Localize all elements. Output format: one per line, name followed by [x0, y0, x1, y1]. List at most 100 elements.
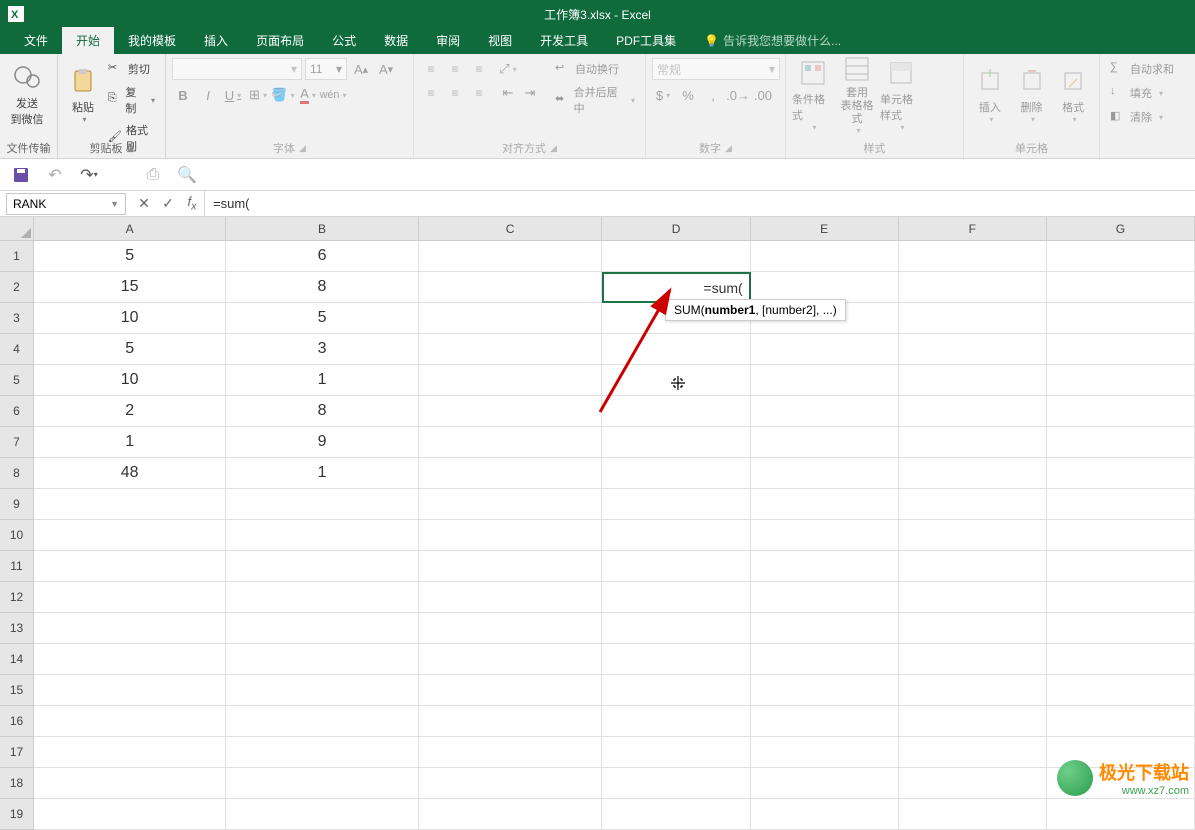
cell[interactable]: [899, 241, 1047, 272]
decrease-decimal-button[interactable]: .00: [752, 84, 774, 106]
cell[interactable]: [1047, 272, 1195, 303]
cell[interactable]: [751, 427, 899, 458]
increase-font-button[interactable]: A▴: [350, 58, 372, 80]
cell[interactable]: [751, 520, 899, 551]
cell[interactable]: [1047, 799, 1195, 830]
cell[interactable]: [419, 799, 603, 830]
fill-button[interactable]: ↓ 填充: [1106, 82, 1189, 104]
cell[interactable]: [1047, 644, 1195, 675]
cell[interactable]: [751, 241, 899, 272]
cell[interactable]: 8: [226, 396, 418, 427]
cell[interactable]: [899, 799, 1047, 830]
cell[interactable]: [419, 489, 603, 520]
undo-button[interactable]: ↶: [44, 164, 66, 186]
cell[interactable]: [1047, 520, 1195, 551]
cell[interactable]: [602, 520, 750, 551]
cell[interactable]: [226, 644, 418, 675]
italic-button[interactable]: I: [197, 84, 219, 106]
cell[interactable]: [751, 582, 899, 613]
col-header-F[interactable]: F: [899, 217, 1047, 241]
cell[interactable]: [226, 613, 418, 644]
cell[interactable]: 2: [34, 396, 226, 427]
column-headers[interactable]: ABCDEFG: [34, 217, 1195, 241]
cell[interactable]: [751, 489, 899, 520]
increase-decimal-button[interactable]: .0→: [727, 84, 749, 106]
cell[interactable]: [899, 582, 1047, 613]
fill-color-button[interactable]: 🪣: [272, 84, 294, 106]
cell[interactable]: [899, 272, 1047, 303]
cell[interactable]: [1047, 396, 1195, 427]
row-header-5[interactable]: 5: [0, 365, 34, 396]
tab-view[interactable]: 视图: [474, 27, 526, 54]
col-header-B[interactable]: B: [226, 217, 418, 241]
cell[interactable]: [1047, 303, 1195, 334]
font-family-select[interactable]: ▾: [172, 58, 302, 80]
cell[interactable]: [751, 365, 899, 396]
row-header-4[interactable]: 4: [0, 334, 34, 365]
increase-indent-button[interactable]: ⇥: [519, 82, 541, 104]
cell[interactable]: [419, 613, 603, 644]
cell[interactable]: 3: [226, 334, 418, 365]
cell[interactable]: [602, 644, 750, 675]
cell[interactable]: [602, 737, 750, 768]
merge-center-button[interactable]: ⬌ 合并后居中: [551, 82, 639, 118]
cell[interactable]: [419, 582, 603, 613]
cell[interactable]: [751, 396, 899, 427]
tab-layout[interactable]: 页面布局: [242, 27, 318, 54]
cell[interactable]: [899, 675, 1047, 706]
cell[interactable]: 5: [34, 241, 226, 272]
tab-review[interactable]: 审阅: [422, 27, 474, 54]
row-header-2[interactable]: 2: [0, 272, 34, 303]
cell[interactable]: 9: [226, 427, 418, 458]
decrease-font-button[interactable]: A▾: [375, 58, 397, 80]
cell[interactable]: [34, 799, 226, 830]
cell[interactable]: 1: [226, 365, 418, 396]
cell[interactable]: 5: [226, 303, 418, 334]
align-dialog-launcher[interactable]: ◢: [550, 143, 557, 154]
cell[interactable]: [602, 241, 750, 272]
row-header-15[interactable]: 15: [0, 675, 34, 706]
clipboard-dialog-launcher[interactable]: ◢: [127, 143, 134, 154]
cell[interactable]: [1047, 241, 1195, 272]
cell[interactable]: [602, 551, 750, 582]
row-header-12[interactable]: 12: [0, 582, 34, 613]
format-cells-button[interactable]: 格式: [1053, 58, 1093, 132]
cell[interactable]: [226, 706, 418, 737]
cell[interactable]: [226, 768, 418, 799]
cell[interactable]: [1047, 334, 1195, 365]
col-header-G[interactable]: G: [1047, 217, 1195, 241]
row-header-3[interactable]: 3: [0, 303, 34, 334]
insert-function-button[interactable]: fx: [180, 192, 204, 216]
number-dialog-launcher[interactable]: ◢: [725, 143, 732, 154]
cell[interactable]: [34, 551, 226, 582]
row-header-13[interactable]: 13: [0, 613, 34, 644]
cell[interactable]: 48: [34, 458, 226, 489]
cell[interactable]: [899, 489, 1047, 520]
tab-data[interactable]: 数据: [370, 27, 422, 54]
cancel-formula-button[interactable]: ✕: [132, 192, 156, 216]
cell[interactable]: [1047, 365, 1195, 396]
row-header-14[interactable]: 14: [0, 644, 34, 675]
formula-input[interactable]: =sum(: [204, 191, 1195, 216]
row-header-1[interactable]: 1: [0, 241, 34, 272]
cell[interactable]: [751, 799, 899, 830]
table-format-button[interactable]: 套用 表格格式: [836, 58, 878, 132]
cell[interactable]: [34, 489, 226, 520]
cell[interactable]: [602, 706, 750, 737]
cell[interactable]: [899, 458, 1047, 489]
cell[interactable]: [899, 520, 1047, 551]
cell[interactable]: [419, 706, 603, 737]
cell[interactable]: [602, 675, 750, 706]
cell[interactable]: [34, 644, 226, 675]
cell[interactable]: [34, 768, 226, 799]
tab-dev[interactable]: 开发工具: [526, 27, 602, 54]
conditional-format-button[interactable]: 条件格式: [792, 58, 834, 132]
cell[interactable]: 10: [34, 303, 226, 334]
cell[interactable]: [899, 737, 1047, 768]
cell[interactable]: [899, 706, 1047, 737]
cell[interactable]: [751, 644, 899, 675]
align-center[interactable]: ≡: [444, 82, 466, 104]
cell[interactable]: [34, 582, 226, 613]
cell[interactable]: [226, 675, 418, 706]
cell[interactable]: [899, 396, 1047, 427]
